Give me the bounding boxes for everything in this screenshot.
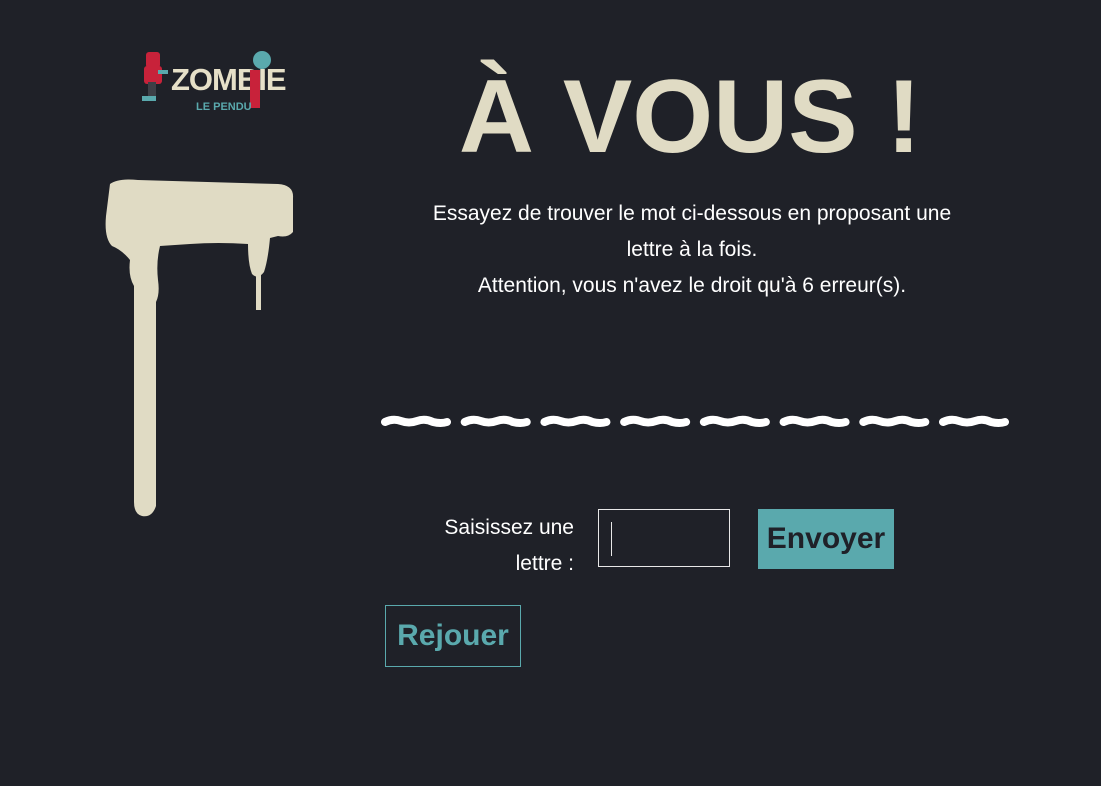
letter-slot: [381, 415, 451, 427]
instructions: Essayez de trouver le mot ci-dessous en …: [392, 196, 992, 304]
letter-slot: [699, 415, 770, 427]
title-text: À VOUS !: [460, 59, 920, 168]
page-title: À VOUS !: [459, 44, 921, 175]
letter-slot: [859, 415, 930, 427]
letter-slot: [540, 415, 611, 427]
send-button[interactable]: Envoyer: [758, 509, 894, 569]
zombie-figure-icon: [142, 52, 168, 101]
letter-input-label: Saisissez une lettre :: [412, 510, 574, 582]
logo[interactable]: ZOMBIE LE PENDU: [136, 46, 287, 118]
letter-slot: [460, 415, 531, 427]
replay-button[interactable]: Rejouer: [385, 605, 521, 667]
letter-slot: [779, 415, 850, 427]
logo-graphic: ZOMBIE LE PENDU: [142, 51, 287, 113]
letter-slot: [620, 415, 691, 427]
text-caret: [611, 522, 612, 556]
gallows-icon: [105, 179, 294, 517]
zombie-head-icon: [253, 51, 271, 69]
instructions-line: lettre à la fois.: [626, 238, 758, 261]
hangman-gallows: [98, 176, 303, 526]
logo-sub-text: LE PENDU: [196, 101, 252, 113]
instructions-line: Attention, vous n'avez le droit qu'à 6 e…: [477, 274, 907, 297]
letter-input[interactable]: [598, 509, 730, 567]
letter-slot: [939, 415, 1009, 427]
label-line: lettre :: [515, 552, 574, 575]
hidden-word: [380, 404, 1010, 440]
instructions-line: Essayez de trouver le mot ci-dessous en …: [432, 202, 952, 225]
label-line: Saisissez une: [444, 516, 574, 539]
logo-main-text: ZOMBIE: [171, 62, 286, 97]
